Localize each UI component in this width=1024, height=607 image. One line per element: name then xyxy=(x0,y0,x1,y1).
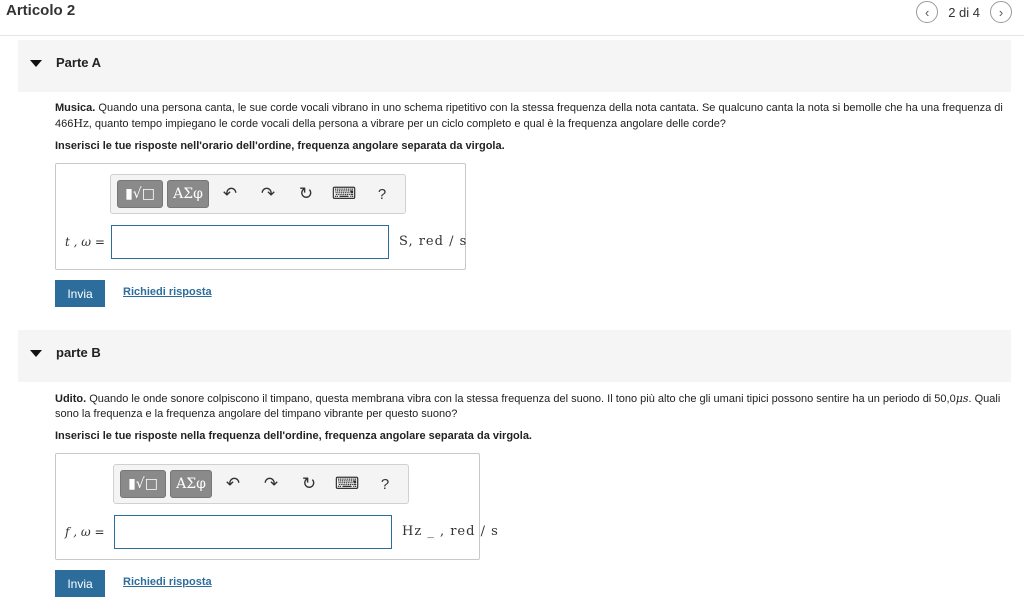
part-b-equation-label: f , ω = xyxy=(65,525,105,539)
help-button[interactable]: ? xyxy=(368,470,402,498)
part-a-submit-button[interactable]: Invia xyxy=(55,280,105,307)
greek-symbols-button[interactable]: ΑΣφ xyxy=(170,470,212,498)
template-icon[interactable]: ▮√□ xyxy=(117,180,163,208)
part-b-header[interactable]: parte B xyxy=(18,330,1011,382)
part-a-title: Parte A xyxy=(56,55,102,70)
redo-icon[interactable]: ↷ xyxy=(251,180,285,208)
reset-icon[interactable]: ↻ xyxy=(289,180,323,208)
part-b-question-unit: μs xyxy=(955,392,969,405)
part-a-question: Musica. Quando una persona canta, le sue… xyxy=(55,101,1010,132)
chevron-right-icon[interactable]: › xyxy=(990,1,1012,23)
part-a-request-answer-link[interactable]: Richiedi risposta xyxy=(123,286,212,298)
part-b-math-toolbar: ▮√□ ΑΣφ ↶ ↷ ↻ ⌨ ? xyxy=(113,464,409,504)
keyboard-icon[interactable]: ⌨ xyxy=(327,180,361,208)
part-a-math-toolbar: ▮√□ ΑΣφ ↶ ↷ ↻ ⌨ ? xyxy=(110,174,406,214)
greek-symbols-button[interactable]: ΑΣφ xyxy=(167,180,209,208)
collapse-caret-icon[interactable] xyxy=(30,350,42,357)
chevron-left-icon[interactable]: ‹ xyxy=(916,1,939,23)
part-b-question-lead: Udito. xyxy=(55,393,87,405)
part-b-submit-button[interactable]: Invia xyxy=(55,570,105,597)
help-button[interactable]: ? xyxy=(365,180,399,208)
pager: ‹ 2 di 4 › xyxy=(916,1,1012,23)
redo-icon[interactable]: ↷ xyxy=(254,470,288,498)
part-a-question-lead: Musica. xyxy=(55,102,96,114)
part-b-title: parte B xyxy=(56,345,101,360)
part-a-unit-label: S, red / s xyxy=(399,234,468,249)
part-a-question-text-2: , quanto tempo impiegano le corde vocali… xyxy=(88,118,726,130)
undo-icon[interactable]: ↶ xyxy=(213,180,247,208)
top-bar: Articolo 2 ‹ 2 di 4 › xyxy=(0,0,1024,36)
part-a-instruction: Inserisci le tue risposte nell'orario de… xyxy=(55,140,505,152)
part-a-equation-label: t , ω = xyxy=(65,235,105,249)
keyboard-icon[interactable]: ⌨ xyxy=(330,470,364,498)
part-a-header[interactable]: Parte A xyxy=(18,40,1011,92)
part-b-question: Udito. Quando le onde sonore colpiscono … xyxy=(55,391,1010,422)
part-b-instruction: Inserisci le tue risposte nella frequenz… xyxy=(55,430,532,442)
undo-icon[interactable]: ↶ xyxy=(216,470,250,498)
pager-text: 2 di 4 xyxy=(948,4,980,20)
part-b-question-text-1: Quando le onde sonore colpiscono il timp… xyxy=(86,393,956,405)
part-a-question-unit: Hz xyxy=(73,117,89,130)
template-icon[interactable]: ▮√□ xyxy=(120,470,166,498)
part-b-answer-box: ▮√□ ΑΣφ ↶ ↷ ↻ ⌨ ? f , ω = Hz _ , red / s xyxy=(55,453,498,560)
part-b-unit-label: Hz _ , red / s xyxy=(402,524,499,539)
part-b-request-answer-link[interactable]: Richiedi risposta xyxy=(123,576,212,588)
part-a-answer-input[interactable] xyxy=(111,225,389,259)
part-a-answer-box: ▮√□ ΑΣφ ↶ ↷ ↻ ⌨ ? t , ω = S, red / s xyxy=(55,163,466,270)
collapse-caret-icon[interactable] xyxy=(30,60,42,67)
reset-icon[interactable]: ↻ xyxy=(292,470,326,498)
article-title: Articolo 2 xyxy=(6,2,76,19)
part-b-answer-input[interactable] xyxy=(114,515,392,549)
